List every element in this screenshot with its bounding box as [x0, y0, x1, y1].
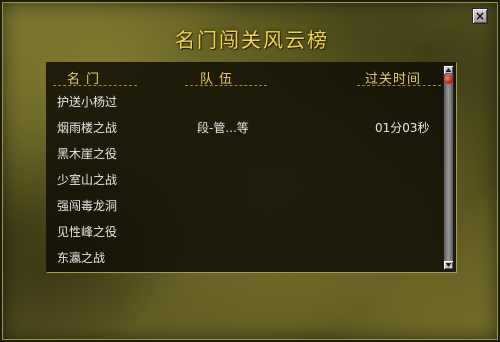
close-icon: ×: [474, 9, 486, 23]
scroll-thumb[interactable]: [444, 75, 453, 84]
table-row[interactable]: 黑木崖之役: [47, 145, 443, 171]
arrow-up-icon: [445, 68, 452, 72]
row-stage-name: 强闯毒龙洞: [57, 199, 118, 213]
table-row[interactable]: 少室山之战: [47, 171, 443, 197]
table-row[interactable]: 烟雨楼之战 段-管...等 01分03秒: [47, 119, 443, 145]
row-stage-name: 烟雨楼之战: [57, 121, 118, 135]
row-stage-name: 见性峰之役: [57, 225, 118, 239]
header-divider-team: [185, 85, 267, 86]
row-clear-time: 01分03秒: [375, 121, 430, 135]
table-row[interactable]: 护送小杨过: [47, 93, 443, 119]
header-divider-name: [53, 85, 137, 86]
leaderboard-panel: 名门 队伍 过关时间 护送小杨过 烟雨楼之战 段-管...等 01分03秒 黑木…: [46, 62, 457, 273]
leaderboard-window: × 名门闯关风云榜 名门 队伍 过关时间 护送小杨过 烟雨楼之战 段-管...等…: [0, 0, 500, 342]
row-stage-name: 东瀛之战: [57, 251, 106, 265]
row-team: 段-管...等: [197, 121, 249, 135]
table-row[interactable]: 东瀛之战: [47, 249, 443, 275]
row-stage-name: 护送小杨过: [57, 95, 118, 109]
row-stage-name: 黑木崖之役: [57, 147, 118, 161]
scroll-down-button[interactable]: [444, 261, 453, 269]
scroll-up-button[interactable]: [444, 66, 453, 74]
close-button[interactable]: ×: [472, 8, 488, 24]
table-row[interactable]: 强闯毒龙洞: [47, 197, 443, 223]
header-divider-time: [357, 85, 441, 86]
arrow-down-icon: [445, 263, 452, 267]
row-stage-name: 少室山之战: [57, 173, 118, 187]
table-row[interactable]: 见性峰之役: [47, 223, 443, 249]
scrollbar[interactable]: [443, 65, 454, 270]
window-title: 名门闯关风云榜: [175, 28, 329, 52]
